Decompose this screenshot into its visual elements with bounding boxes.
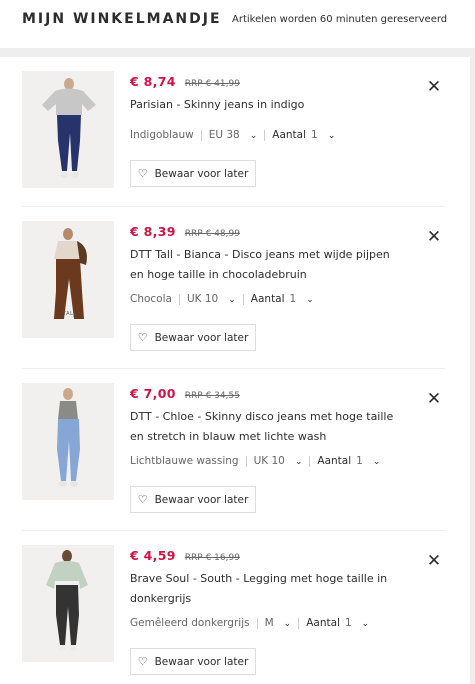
- product-name[interactable]: Parisian - Skinny jeans in indigo: [130, 95, 405, 115]
- rrp-price: RRP € 41,99: [184, 79, 240, 89]
- product-options: Gemêleerd donkergrijs M ⌄ Aantal 1 ⌄: [130, 616, 369, 630]
- sale-price: € 8,39: [130, 224, 176, 239]
- save-for-later-button[interactable]: ♡ Bewaar voor later: [130, 324, 256, 351]
- product-name[interactable]: DTT - Chloe - Skinny disco jeans met hog…: [130, 407, 405, 447]
- product-name[interactable]: DTT Tall - Bianca - Disco jeans met wijd…: [130, 245, 405, 285]
- sale-price: € 4,59: [130, 548, 176, 563]
- cart-item: € 4,59 RRP € 16,99 Brave Soul - South - …: [22, 531, 445, 684]
- sale-price: € 8,74: [130, 74, 176, 89]
- close-icon[interactable]: ✕: [426, 79, 442, 96]
- chevron-down-icon: ⌄: [306, 295, 314, 305]
- separator: [242, 293, 244, 305]
- color-label: Indigoblauw: [130, 129, 194, 141]
- image-tag: TALL: [63, 311, 77, 317]
- product-photo-jeans-indigo: [22, 71, 114, 188]
- rrp-price: RRP € 48,99: [184, 229, 240, 239]
- product-options: Indigoblauw EU 38 ⌄ Aantal 1 ⌄: [130, 128, 335, 142]
- chevron-down-icon: ⌄: [294, 457, 303, 467]
- separator: [178, 293, 180, 305]
- separator: [264, 129, 266, 141]
- product-image[interactable]: [22, 71, 114, 188]
- quantity-select[interactable]: Aantal 1 ⌄: [317, 455, 380, 467]
- product-image[interactable]: [22, 545, 114, 662]
- cart-item: TALL € 8,39 RRP € 48,99 DTT Tall - Bianc…: [22, 207, 445, 369]
- separator: [200, 129, 202, 141]
- heart-icon: ♡: [137, 167, 148, 180]
- product-photo-jeans-lightblue: [22, 383, 114, 500]
- sale-price: € 7,00: [130, 386, 176, 401]
- save-for-later-button[interactable]: ♡ Bewaar voor later: [130, 648, 256, 675]
- separator: [256, 617, 258, 629]
- separator: [309, 455, 311, 467]
- separator: [245, 455, 247, 467]
- product-name[interactable]: Brave Soul - South - Legging met hoge ta…: [130, 569, 405, 609]
- cart-item: € 7,00 RRP € 34,55 DTT - Chloe - Skinny …: [22, 369, 445, 531]
- size-select[interactable]: UK 10 ⌄: [254, 455, 303, 467]
- page-title: MIJN WINKELMANDJE: [22, 11, 222, 27]
- color-label: Gemêleerd donkergrijs: [130, 617, 250, 629]
- quantity-select[interactable]: Aantal 1 ⌄: [272, 129, 335, 141]
- scrollbar[interactable]: [470, 57, 475, 684]
- close-icon[interactable]: ✕: [426, 391, 442, 408]
- size-select[interactable]: UK 10 ⌄: [187, 293, 236, 305]
- heart-icon: ♡: [137, 655, 148, 668]
- product-options: Chocola UK 10 ⌄ Aantal 1 ⌄: [130, 292, 314, 306]
- quantity-select[interactable]: Aantal 1 ⌄: [251, 293, 314, 305]
- cart-header: MIJN WINKELMANDJE Artikelen worden 60 mi…: [0, 0, 475, 48]
- color-label: Chocola: [130, 293, 172, 305]
- separator: [298, 617, 300, 629]
- chevron-down-icon: ⌄: [249, 131, 258, 141]
- chevron-down-icon: ⌄: [283, 619, 292, 629]
- size-select[interactable]: M ⌄: [265, 617, 292, 629]
- color-label: Lichtblauwe wassing: [130, 455, 239, 467]
- reservation-note: Artikelen worden 60 minuten gereserveerd: [232, 14, 448, 25]
- size-select[interactable]: EU 38 ⌄: [209, 129, 258, 141]
- close-icon[interactable]: ✕: [426, 553, 442, 570]
- rrp-price: RRP € 34,55: [184, 391, 240, 401]
- save-for-later-button[interactable]: ♡ Bewaar voor later: [130, 160, 256, 187]
- rrp-price: RRP € 16,99: [184, 553, 240, 563]
- product-image[interactable]: [22, 383, 114, 500]
- save-for-later-button[interactable]: ♡ Bewaar voor later: [130, 486, 256, 513]
- chevron-down-icon: ⌄: [327, 131, 336, 141]
- heart-icon: ♡: [137, 493, 148, 506]
- chevron-down-icon: ⌄: [228, 295, 236, 305]
- quantity-select[interactable]: Aantal 1 ⌄: [306, 617, 369, 629]
- product-photo-legging-grey: [22, 545, 114, 662]
- close-icon[interactable]: ✕: [426, 229, 442, 246]
- chevron-down-icon: ⌄: [361, 619, 370, 629]
- product-photo-jeans-brown: [22, 221, 114, 338]
- cart-item: € 8,74 RRP € 41,99 Parisian - Skinny jea…: [22, 57, 445, 219]
- heart-icon: ♡: [137, 331, 148, 344]
- chevron-down-icon: ⌄: [372, 457, 381, 467]
- product-options: Lichtblauwe wassing UK 10 ⌄ Aantal 1 ⌄: [130, 454, 380, 468]
- product-image[interactable]: [22, 221, 114, 338]
